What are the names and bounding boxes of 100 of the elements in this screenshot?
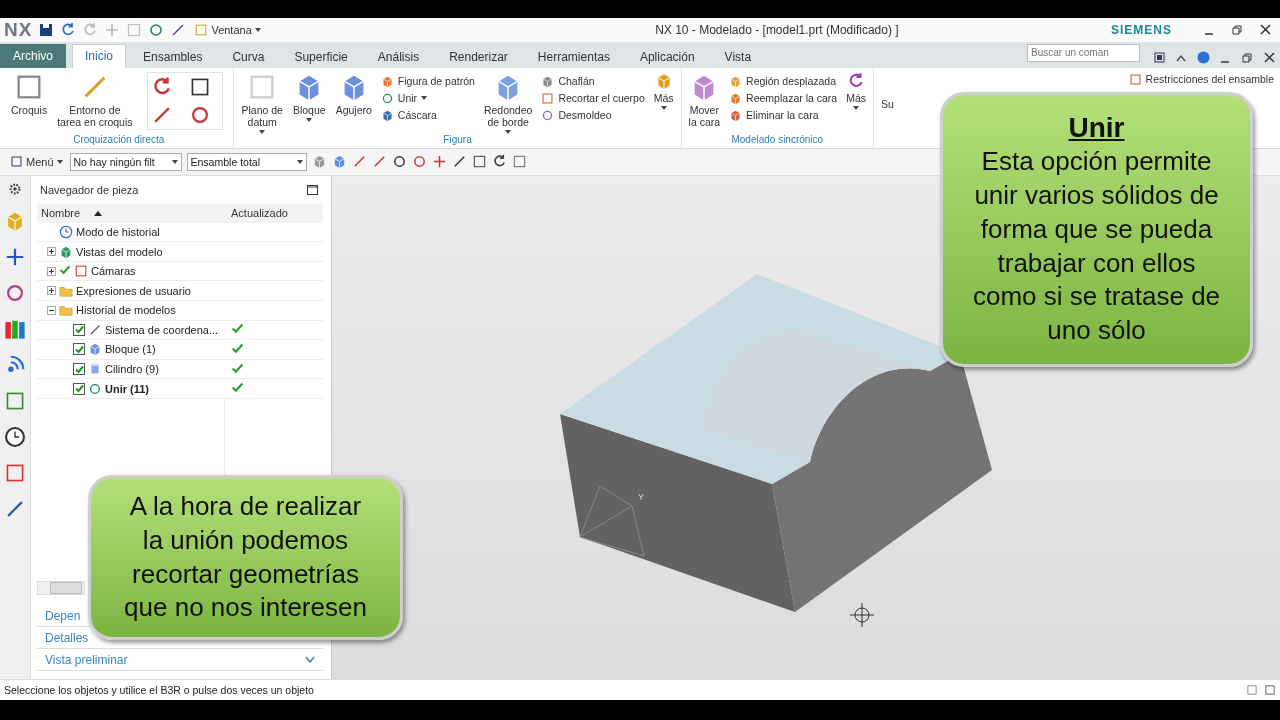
clock-icon bbox=[4, 425, 26, 448]
caret-icon bbox=[259, 129, 266, 134]
check-icon bbox=[231, 322, 244, 336]
checkbox[interactable] bbox=[73, 382, 85, 395]
chevron-icon bbox=[1176, 53, 1186, 62]
filter-select[interactable]: No hay ningún filt bbox=[69, 152, 182, 171]
cube-icon bbox=[59, 244, 73, 259]
plus-icon bbox=[48, 267, 55, 275]
ribbon-tab[interactable]: Análisis bbox=[364, 45, 433, 68]
feature-button[interactable]: Desmoldeo bbox=[539, 107, 647, 123]
tree-row[interactable]: Cilindro (9) bbox=[37, 359, 323, 380]
group-label: Figura bbox=[442, 133, 473, 147]
move-face-button[interactable]: Mover la cara bbox=[685, 71, 724, 128]
app-logo: NX bbox=[4, 18, 33, 41]
sync-button[interactable]: Eliminar la cara bbox=[727, 107, 840, 123]
collapse-toggle[interactable] bbox=[47, 305, 56, 315]
feature-button[interactable]: Chaflán bbox=[539, 73, 647, 89]
tree-item-label: Cámaras bbox=[91, 265, 136, 278]
tree-row[interactable]: Modo de historial bbox=[37, 222, 323, 243]
feature-button[interactable]: Cáscara bbox=[378, 107, 477, 123]
crosshair-cursor-icon bbox=[849, 602, 875, 628]
cube-icon bbox=[729, 91, 743, 105]
window-menu[interactable]: Ventana bbox=[192, 22, 263, 37]
plus-icon bbox=[431, 154, 447, 170]
ribbon-tab[interactable]: Curva bbox=[219, 45, 278, 68]
caret-icon bbox=[254, 27, 261, 32]
scrollbar[interactable] bbox=[37, 581, 85, 596]
expand-toggle[interactable] bbox=[47, 247, 56, 256]
window-title: NX 10 - Modelado - [model1.prt (Modificado) ] bbox=[654, 22, 900, 37]
check-icon bbox=[231, 342, 244, 355]
checkbox[interactable] bbox=[73, 323, 85, 336]
feature-button[interactable]: Bloque bbox=[289, 71, 329, 122]
cube-icon bbox=[88, 342, 102, 357]
tree-item-label: Bloque (1) bbox=[105, 343, 156, 356]
edge-blend-button[interactable]: Redondeo de borde bbox=[480, 71, 536, 134]
tree-row[interactable]: Historial de modelos bbox=[37, 301, 323, 321]
scope-select[interactable]: Ensamble total bbox=[186, 152, 307, 171]
tree-item-label: Expresiones de usuario bbox=[76, 284, 191, 297]
ribbon-tab[interactable]: Ensambles bbox=[130, 45, 216, 68]
circle-icon bbox=[380, 91, 394, 105]
circle-icon bbox=[88, 381, 102, 396]
ribbon-tab[interactable]: Inicio bbox=[72, 43, 127, 68]
tree-item-label: Modo de historial bbox=[76, 225, 160, 238]
circle-icon bbox=[391, 154, 407, 170]
chevron-icon bbox=[305, 656, 315, 664]
more-button[interactable]: Más bbox=[650, 71, 677, 110]
column-header[interactable]: Nombre bbox=[37, 207, 225, 220]
sketch-environment-button[interactable]: Entorno de tarea en croquis bbox=[54, 71, 136, 128]
ribbon-tab[interactable]: Aplicación bbox=[626, 45, 708, 68]
cube-icon bbox=[729, 74, 743, 88]
menu-button[interactable]: Menú bbox=[8, 155, 65, 169]
expand-toggle[interactable] bbox=[47, 286, 56, 296]
panel-title: Navegador de pieza bbox=[40, 183, 139, 196]
maximize-icon bbox=[306, 184, 318, 195]
tree-row[interactable]: Expresiones de usuario bbox=[37, 281, 323, 301]
check-icon bbox=[59, 264, 71, 277]
ribbon-tab[interactable]: Superficie bbox=[281, 45, 361, 68]
column-header[interactable]: Actualizado bbox=[225, 207, 323, 220]
caret-icon bbox=[421, 96, 428, 101]
caret-icon bbox=[56, 159, 63, 164]
tree-item-label: Unir (11) bbox=[105, 382, 149, 395]
tree-row[interactable]: Sistema de coordena... bbox=[37, 320, 323, 341]
checkbox[interactable] bbox=[73, 343, 85, 356]
checkbox[interactable] bbox=[73, 363, 85, 376]
status-message: Seleccione los objetos y utilice el B3R o pulse dos veces un objeto bbox=[4, 684, 314, 697]
line-icon bbox=[371, 154, 387, 170]
ribbon-tab[interactable]: Archivo bbox=[0, 43, 66, 68]
undo-icon bbox=[60, 21, 77, 38]
assembly-constraints-button[interactable]: Restricciones del ensamble bbox=[1126, 71, 1276, 87]
gear-icon bbox=[8, 181, 22, 196]
surface-button[interactable]: Su bbox=[878, 97, 897, 110]
feature-button[interactable]: Recortar el cuerpo bbox=[539, 90, 647, 106]
caret-icon bbox=[660, 105, 667, 110]
tree-row[interactable]: Bloque (1) bbox=[37, 340, 323, 360]
folder-icon bbox=[59, 303, 73, 318]
tree-row[interactable]: Cámaras bbox=[37, 261, 323, 282]
ribbon-tab[interactable]: Herramientas bbox=[524, 45, 623, 68]
plus-icon bbox=[104, 21, 121, 38]
feature-button[interactable]: Plano de datum bbox=[238, 71, 286, 134]
feature-button[interactable]: Agujero bbox=[332, 71, 375, 116]
sync-button[interactable]: Reemplazar la cara bbox=[727, 90, 840, 106]
caret-icon bbox=[171, 159, 178, 164]
callout-title: Unir bbox=[1068, 111, 1125, 146]
sketch-button[interactable]: Croquis bbox=[8, 71, 51, 116]
tree-item-label: Vistas del modelo bbox=[76, 245, 163, 258]
ribbon-tab[interactable]: Renderizar bbox=[436, 45, 521, 68]
tree-row[interactable]: Unir (11) bbox=[37, 379, 323, 399]
group-label: Croquización directa bbox=[72, 133, 166, 147]
caret-icon bbox=[505, 129, 512, 134]
tree-row[interactable]: Vistas del modelo bbox=[37, 242, 323, 262]
check-icon bbox=[231, 361, 244, 375]
feature-button[interactable]: Figura de patrón bbox=[378, 73, 477, 89]
search-field[interactable]: Buscar un coman bbox=[1027, 43, 1140, 62]
sync-button[interactable]: Región desplazada bbox=[727, 73, 840, 89]
more-button[interactable]: Más bbox=[843, 71, 869, 110]
expand-toggle[interactable] bbox=[47, 266, 56, 276]
circle-icon bbox=[148, 21, 165, 38]
ribbon-tab[interactable]: Vista bbox=[711, 45, 765, 68]
feature-button[interactable]: Unir bbox=[378, 90, 477, 106]
circle-icon bbox=[411, 154, 427, 170]
